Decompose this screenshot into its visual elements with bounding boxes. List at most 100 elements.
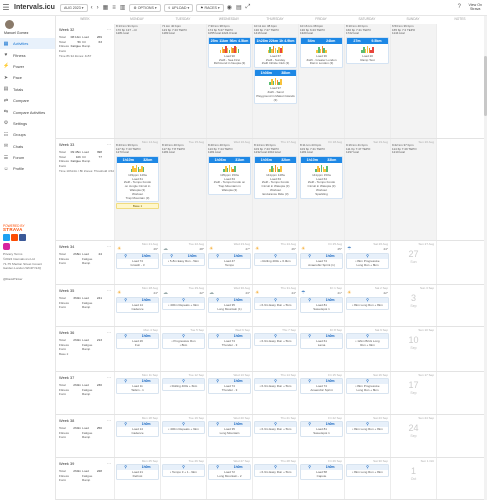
- planned-workout[interactable]: ⚲ • Progressive Run • 8km: [162, 333, 205, 350]
- day-cell[interactable]: Fri 25 Aug ☀ 25° ⚲ 1h0m Load 74 Anaerobic Spri…: [298, 241, 344, 284]
- notes-cell[interactable]: [436, 415, 484, 457]
- day-cell[interactable]: 71 km 40 bpm 123 ftp 7:43 TEPO 1183 kcal: [160, 24, 206, 138]
- day-cell[interactable]: Sat 9 Sep ⚲ • 12km Brick Long Run + 9km: [344, 327, 390, 371]
- activity-card[interactable]: 1h10m 33km 141ppm 150w Load 64 Zwift - Tempo…: [300, 155, 343, 199]
- day-cell[interactable]: Wed 30 Aug ☁ 23° ⚲ 1h0m Load 35 Long Mountain …: [206, 285, 252, 326]
- strava-icon[interactable]: [11, 234, 18, 241]
- planned-workout[interactable]: ⚲ 1h0m Load 35 Long Mountain: [208, 421, 251, 438]
- planned-workout[interactable]: ⚲ 1h0m Load 81 Sweetspot 1: [300, 297, 343, 314]
- planned-workout[interactable]: ⚲ • 6-9m Easy Run + 5km: [254, 333, 297, 346]
- day-cell[interactable]: Tue 22 Aug ☁ 28° ⚲ 1h0m • 5-8m Easy Run - 5km: [160, 241, 206, 284]
- sidebar-item-compare-activities[interactable]: ⇆ Compare Activities: [0, 106, 55, 117]
- planned-workout[interactable]: ⚲ 1h0m Load 74 Anaerobic Sprint: [300, 378, 343, 395]
- planned-workout[interactable]: ⚲ 1h0m Load 21 Defrost: [116, 464, 159, 481]
- week-title[interactable]: Week 32: [59, 27, 114, 32]
- day-cell[interactable]: 6:53 km 36 bpm 165 ftp 7:2 TEPO 1144 kcal: [390, 24, 436, 138]
- day-cell[interactable]: Mon 11 Sep ⚲ 1h0m Load 11 Tailsin - 1: [114, 372, 160, 414]
- day-cell[interactable]: Fri 1 Sep ☂ 21° ⚲ 1h0m Load 81 Sweetspot 1: [298, 285, 344, 326]
- day-cell[interactable]: Sat 19 Aug 9:16 km 41 bpm 111 ftp 7:47 TEP…: [344, 139, 390, 240]
- activity-card[interactable]: 1h08m 38km Load 97 Zwift - Sand Playground i…: [254, 69, 297, 105]
- planned-workout[interactable]: ⚲ • 6-9m Easy Run + 5km: [254, 297, 297, 310]
- day-cell[interactable]: Wed 13 Sep ⚲ 1h0m Load 74 Thunder - 3: [206, 372, 252, 414]
- planned-workout[interactable]: ⚲ • Tempo 3 + 1 - 9km: [162, 464, 205, 477]
- sidebar-item-settings[interactable]: ⚙ Settings: [0, 118, 55, 129]
- planned-workout[interactable]: ⚲ 1h0m Load 81 Sweetspot 1: [300, 421, 343, 438]
- app-title[interactable]: Intervals.icu: [14, 4, 60, 11]
- expand-icon[interactable]: ⤢: [246, 4, 251, 11]
- activity-card[interactable]: 27m 9.5km Load 20 Ramp Test: [346, 36, 389, 65]
- day-cell[interactable]: Sun 10 Sep 10 Sep: [390, 327, 436, 371]
- day-cell[interactable]: Mon 14 Aug 8:43 km 39 bpm 117 ftp 7:43 TEP…: [114, 139, 160, 240]
- planned-workout[interactable]: ⚲ • Rolling 400s + 6.0km: [254, 253, 297, 266]
- planned-workout[interactable]: ⚲ • Rolling 400s + 6km: [162, 378, 205, 391]
- day-cell[interactable]: Thu 7 Sep ⚲ • 6-9m Easy Run + 5km: [252, 327, 298, 371]
- more-icon[interactable]: ⋯: [107, 288, 111, 293]
- view-on-strava-link[interactable]: View On Strava: [468, 3, 482, 11]
- planned-workout[interactable]: ⚲ • 12km Brick Long Run + 9km: [346, 333, 389, 350]
- day-cell[interactable]: Mon 28 Aug ☀ 24° ⚲ 1h0m Load 14 Cadence: [114, 285, 160, 326]
- more-icon[interactable]: ⋯: [107, 330, 111, 335]
- day-cell[interactable]: Sat 23 Sep ⚲ • 8km Long Run + 8km: [344, 415, 390, 457]
- planned-workout[interactable]: ⚲ 1h0m Load 26 Fun: [116, 333, 159, 350]
- day-cell[interactable]: Fri 18 Aug 8:11 km 43 bpm 103 ftp 7:41 TEP…: [298, 139, 344, 240]
- notes-cell[interactable]: [436, 139, 484, 240]
- planned-workout[interactable]: ⚲ • 400m Repeats + 9km: [162, 421, 205, 434]
- day-cell[interactable]: Tue 12 Sep ⚲ • Rolling 400s + 6km: [160, 372, 206, 414]
- sidebar-item-fitness[interactable]: ♥ Fitness: [0, 49, 55, 60]
- day-cell[interactable]: Sun 17 Sep 17 Sep: [390, 372, 436, 414]
- planned-workout[interactable]: ⚲ • 6-9m Easy Run + 5km: [254, 421, 297, 434]
- options-button[interactable]: ⚙ OPTIONS ▾: [129, 3, 161, 12]
- menu-icon[interactable]: ☰: [0, 0, 12, 16]
- planned-workout[interactable]: ⚲ 1h0m Load 58 Capote: [300, 464, 343, 481]
- day-cell[interactable]: 7:30 km 38 bpm 174 ftp 5:27 TEPO 1055 kcal…: [206, 24, 252, 138]
- day-cell[interactable]: Sat 30 Sep ⚲ • 8km Long Run + 8km: [344, 458, 390, 499]
- sidebar-item-activities[interactable]: ▦ Activities: [0, 38, 55, 50]
- planned-workout[interactable]: ⚲ 1h0m Load 74 Thunder - 3: [208, 333, 251, 350]
- day-cell[interactable]: Thu 21 Sep ⚲ • 6-9m Easy Run + 5km: [252, 415, 298, 457]
- day-cell[interactable]: Tue 15 Aug 8:10 km 40 bpm 117 ftp 7:8 TEPO…: [160, 139, 206, 240]
- day-cell[interactable]: Wed 20 Sep ⚲ 1h0m Load 35 Long Mountain: [206, 415, 252, 457]
- day-cell[interactable]: Sun 1 Oct 1 Oct: [390, 458, 436, 499]
- day-cell[interactable]: Fri 8 Sep ⚲ 1h0m Load 61 Lama: [298, 327, 344, 371]
- activity-card[interactable]: 1h28m 22km 1h 4.9km Load 67 Zwift - Sunday Zwi…: [254, 36, 297, 69]
- week-title[interactable]: Week 34: [59, 244, 114, 249]
- planned-workout[interactable]: ⚲ 1h0m Load 35 Long Mountain (1): [208, 297, 251, 314]
- day-cell[interactable]: Tue 26 Sep ⚲ • Tempo 3 + 1 - 9km: [160, 458, 206, 499]
- sidebar-item-chats[interactable]: ✉ Chats: [0, 141, 55, 152]
- twitter-handle[interactable]: @DavidTinker: [3, 277, 53, 282]
- notes-cell[interactable]: [436, 372, 484, 414]
- more-icon[interactable]: ⋯: [107, 27, 111, 32]
- day-cell[interactable]: Sun 20 Aug 9:22 km 37 bpm 114 ftp 7:49 TEP…: [390, 139, 436, 240]
- more-icon[interactable]: ⋯: [107, 375, 111, 380]
- day-cell[interactable]: Sun 3 Sep 3 Sep: [390, 285, 436, 326]
- week-title[interactable]: Week 33: [59, 142, 114, 147]
- day-cell[interactable]: Thu 28 Sep ⚲ • 6-9m Easy Run + 5km: [252, 458, 298, 499]
- activity-card[interactable]: 54m 24km Load 36 Zwift - Greater London Flat…: [300, 36, 343, 69]
- facebook-icon[interactable]: [19, 234, 26, 241]
- activity-card[interactable]: 1h10m 32km 133ppm 149w Load 61 Zwift - Tempo…: [116, 155, 159, 203]
- instagram-icon[interactable]: [3, 243, 10, 250]
- prev-icon[interactable]: ‹: [91, 5, 93, 11]
- day-cell[interactable]: 10:11 km 38 bpm 130 ftp 7:27 TEPO 1416 kca…: [252, 24, 298, 138]
- planned-workout[interactable]: ⚲ 1h0m Load 74 Anaerobic Sprint (1): [300, 253, 343, 270]
- list-view-icon[interactable]: ≡: [112, 5, 116, 11]
- sidebar-item-compare[interactable]: ⇄ Compare: [0, 95, 55, 106]
- day-cell[interactable]: 8:13 km 91 bpm 170 ftp 137 - ctl 1281 kcal: [114, 24, 160, 138]
- activity-card[interactable]: 1h06m 32km 141ppm 148w Load 63 Zwift - Tempo…: [254, 155, 297, 199]
- notes-cell[interactable]: [436, 24, 484, 138]
- day-cell[interactable]: Tue 29 Aug ☁ 22° ⚲ • 400m Repeats + 9km: [160, 285, 206, 326]
- day-cell[interactable]: Sun 27 Aug 27 Sun: [390, 241, 436, 284]
- planned-workout[interactable]: ⚲ • 6-9m Easy Run + 5km: [254, 464, 297, 477]
- notes-cell[interactable]: [436, 458, 484, 499]
- day-cell[interactable]: 10:16 km 38 bpm 130 ftp 6:23 TEPO 1320 kca…: [298, 24, 344, 138]
- planned-workout[interactable]: ⚲ 1h0m Load 47 Tempo: [208, 253, 251, 270]
- day-cell[interactable]: Sat 26 Aug ☂ 24° ⚲ • 8km Progressive Long Run…: [344, 241, 390, 284]
- notes-cell[interactable]: [436, 327, 484, 371]
- planned-workout[interactable]: ⚲ 1h0m Load 14 Cadence: [116, 297, 159, 314]
- day-cell[interactable]: Mon 18 Sep ⚲ 1h0m Load 14 Cadence: [114, 415, 160, 457]
- planned-workout[interactable]: ⚲ 1h0m Load 61 Lama: [300, 333, 343, 350]
- planned-workout[interactable]: ⚲ • 400m Repeats + 9km: [162, 297, 205, 310]
- sidebar-item-totals[interactable]: ▤ Totals: [0, 84, 55, 95]
- day-cell[interactable]: Wed 27 Sep ⚲ 1h0m Load 72 Long Mountain - 2: [206, 458, 252, 499]
- grid-icon[interactable]: ▤: [236, 4, 242, 11]
